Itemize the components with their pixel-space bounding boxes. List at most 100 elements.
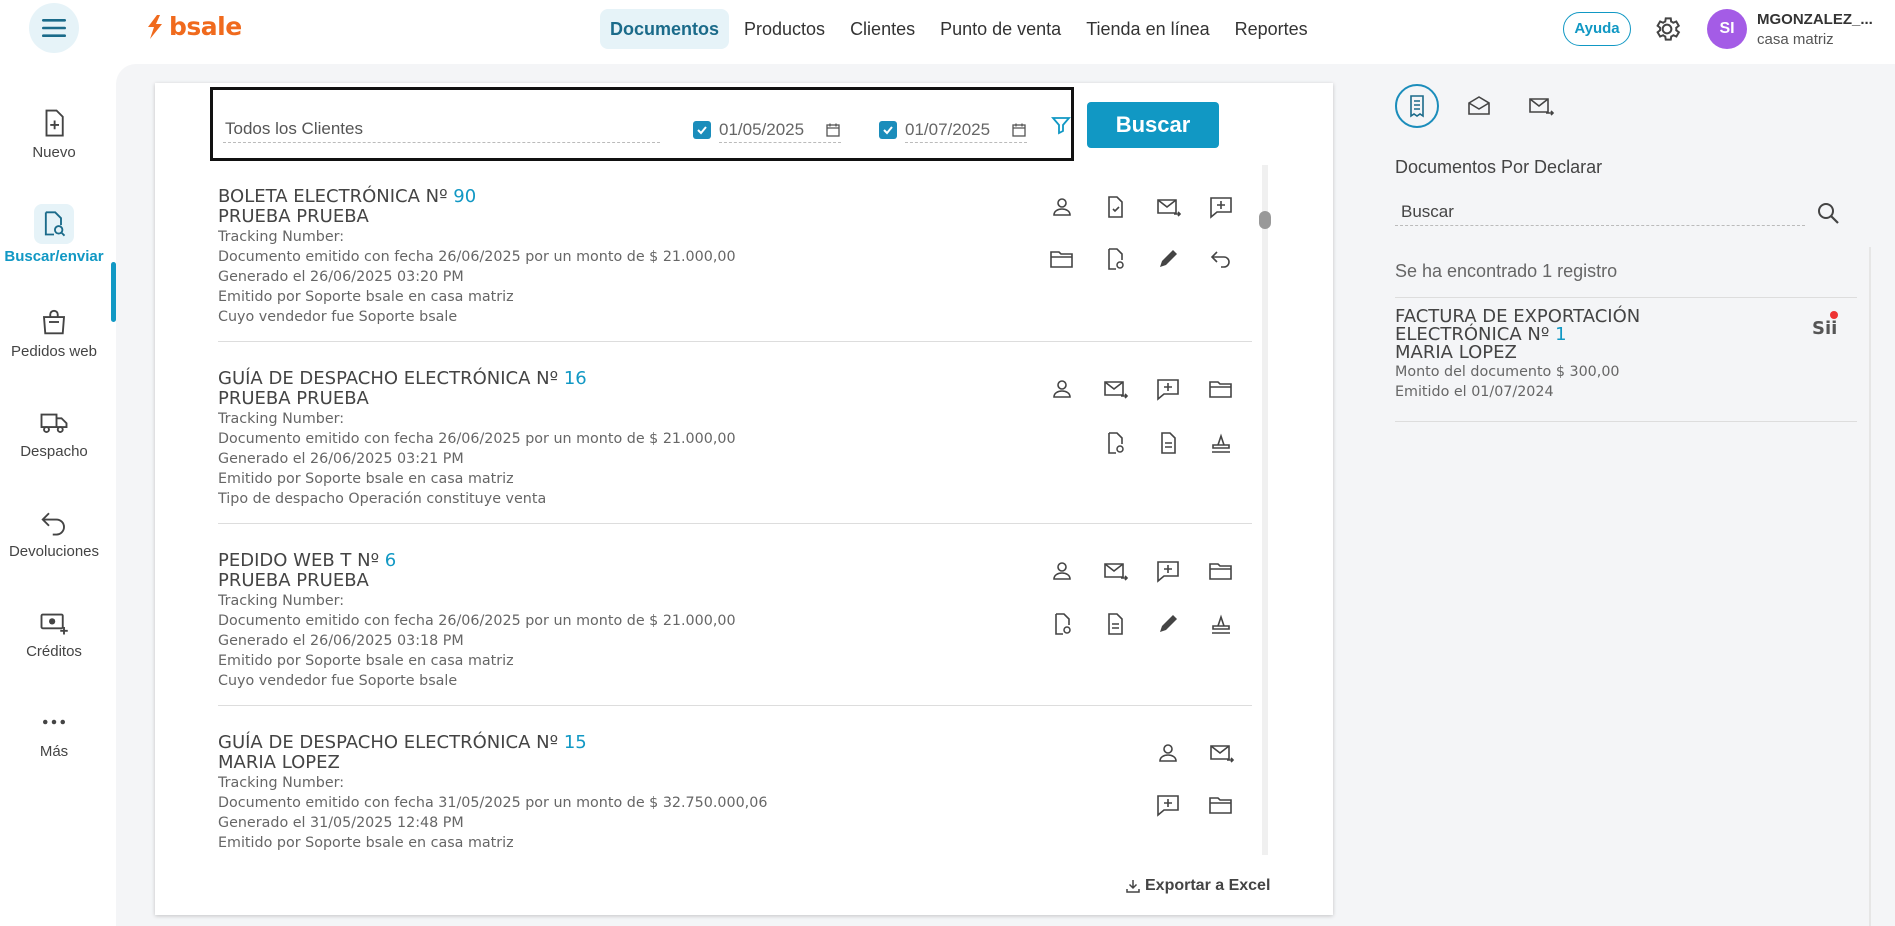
stamp-button[interactable] (1207, 610, 1235, 638)
nav-clientes[interactable]: Clientes (840, 9, 925, 49)
send-email-button[interactable] (1154, 193, 1182, 221)
divider (218, 341, 1252, 342)
nav-documentos[interactable]: Documentos (600, 9, 730, 49)
mail-send-icon (1529, 98, 1555, 116)
date-from-input[interactable]: 01/05/2025 (719, 117, 841, 143)
link-document-button[interactable] (1101, 245, 1129, 273)
client-button[interactable] (1048, 193, 1076, 221)
sidebar-item-buscar-enviar[interactable]: Buscar/enviar (0, 204, 108, 265)
sidebar-item-creditos[interactable]: Créditos (0, 607, 108, 660)
doc-tracking: Tracking Number: (218, 593, 345, 609)
stamp-button[interactable] (1207, 429, 1235, 457)
export-excel-button[interactable]: Exportar a Excel (1125, 877, 1270, 895)
list-item[interactable]: PEDIDO WEB T Nº 6 PRUEBA PRUEBA Tracking… (218, 551, 1252, 691)
menu-button[interactable] (29, 3, 79, 53)
top-bar: bsale Documentos Productos Clientes Punt… (0, 0, 1895, 58)
sidebar-item-nuevo[interactable]: Nuevo (0, 108, 108, 161)
tab-documents-to-declare[interactable] (1395, 84, 1439, 128)
view-document-button[interactable] (1154, 429, 1182, 457)
divider (1395, 297, 1857, 298)
folder-open-icon (1209, 381, 1232, 398)
user-name[interactable]: MGONZALEZ_... (1757, 11, 1882, 28)
pending-doc-number[interactable]: 1 (1555, 324, 1566, 345)
bsale-logo[interactable]: bsale (145, 12, 242, 41)
doc-generated-line: Generado el 26/06/2025 03:18 PM (218, 633, 464, 649)
link-document-button[interactable] (1048, 610, 1076, 638)
doc-title: PEDIDO WEB T Nº 6 (218, 551, 1252, 571)
calendar-icon[interactable] (825, 122, 841, 138)
doc-title: GUÍA DE DESPACHO ELECTRÓNICA Nº 16 (218, 369, 1252, 389)
calendar-icon[interactable] (1011, 122, 1027, 138)
doc-client: MARIA LOPEZ (218, 752, 340, 773)
doc-number[interactable]: 16 (564, 368, 587, 389)
nav-tienda-en-linea[interactable]: Tienda en línea (1076, 9, 1219, 49)
search-button[interactable]: Buscar (1087, 102, 1219, 148)
undo-icon (1210, 251, 1230, 268)
send-email-button[interactable] (1101, 375, 1129, 403)
sidebar-item-despacho[interactable]: Despacho (0, 407, 108, 460)
truck-icon (40, 413, 68, 433)
client-button[interactable] (1048, 375, 1076, 403)
nav-reportes[interactable]: Reportes (1225, 9, 1318, 49)
filter-icon[interactable] (1051, 115, 1071, 135)
doc-number[interactable]: 90 (453, 186, 476, 207)
right-panel-scrollbar[interactable] (1869, 247, 1871, 926)
sidebar-item-devoluciones[interactable]: Devoluciones (0, 507, 108, 560)
edit-button[interactable] (1154, 245, 1182, 273)
mail-send-icon (1157, 199, 1182, 217)
tab-received-mail[interactable] (1457, 84, 1501, 128)
document-pdf-button[interactable] (1101, 193, 1129, 221)
sii-badge[interactable]: Sii (1812, 318, 1837, 339)
client-button[interactable] (1154, 739, 1182, 767)
send-email-button[interactable] (1207, 739, 1235, 767)
search-icon[interactable] (1815, 200, 1841, 226)
avatar[interactable]: SI (1707, 9, 1747, 49)
add-note-button[interactable] (1154, 791, 1182, 819)
add-note-button[interactable] (1207, 193, 1235, 221)
user-branch: casa matriz (1757, 31, 1834, 48)
date-to-checkbox[interactable] (879, 121, 897, 139)
date-from-checkbox[interactable] (693, 121, 711, 139)
results-count-text: Se ha encontrado 1 registro (1395, 261, 1618, 281)
doc-client: PRUEBA PRUEBA (218, 388, 369, 409)
list-scrollbar[interactable] (1262, 165, 1268, 855)
edit-button[interactable] (1154, 610, 1182, 638)
sidebar-item-pedidos-web[interactable]: Pedidos web (0, 307, 108, 360)
view-document-button[interactable] (1101, 610, 1129, 638)
client-filter-input[interactable]: Todos los Clientes (223, 117, 660, 143)
folder-button[interactable] (1048, 245, 1076, 273)
list-scrollbar-thumb[interactable] (1259, 211, 1271, 229)
date-to-input[interactable]: 01/07/2025 (905, 117, 1027, 143)
folder-button[interactable] (1207, 791, 1235, 819)
nav-productos[interactable]: Productos (734, 9, 835, 49)
date-from-field[interactable]: 01/05/2025 (693, 117, 841, 143)
help-button[interactable]: Ayuda (1563, 12, 1631, 46)
doc-number[interactable]: 15 (564, 732, 587, 753)
send-email-button[interactable] (1101, 557, 1129, 585)
doc-number[interactable]: 6 (385, 550, 396, 571)
folder-button[interactable] (1207, 375, 1235, 403)
list-item[interactable]: GUÍA DE DESPACHO ELECTRÓNICA Nº 16 PRUEB… (218, 369, 1252, 509)
list-item[interactable]: BOLETA ELECTRÓNICA Nº 90 PRUEBA PRUEBA T… (218, 187, 1252, 327)
add-comment-icon (1157, 561, 1179, 583)
doc-amount-line: Documento emitido con fecha 26/06/2025 p… (218, 613, 736, 629)
divider (218, 705, 1252, 706)
list-item[interactable]: GUÍA DE DESPACHO ELECTRÓNICA Nº 15 MARIA… (218, 733, 1252, 852)
link-document-button[interactable] (1101, 429, 1129, 457)
add-note-button[interactable] (1154, 375, 1182, 403)
folder-button[interactable] (1207, 557, 1235, 585)
gear-icon[interactable] (1652, 14, 1682, 44)
add-note-button[interactable] (1154, 557, 1182, 585)
return-button[interactable] (1207, 245, 1235, 273)
client-button[interactable] (1048, 557, 1076, 585)
date-to-field[interactable]: 01/07/2025 (879, 117, 1027, 143)
sidebar: Nuevo Buscar/enviar Pedidos web Despacho… (0, 58, 116, 926)
pending-document-item[interactable]: FACTURA DE EXPORTACIÓN ELECTRÓNICA Nº 1 … (1395, 308, 1855, 402)
doc-tracking: Tracking Number: (218, 411, 345, 427)
nav-punto-de-venta[interactable]: Punto de venta (930, 9, 1071, 49)
tab-sent-mail[interactable] (1519, 84, 1563, 128)
money-icon (40, 613, 68, 635)
document-lines-icon (1108, 613, 1123, 635)
right-panel-search-input[interactable]: Buscar (1395, 200, 1805, 226)
sidebar-item-mas[interactable]: Más (0, 707, 108, 760)
